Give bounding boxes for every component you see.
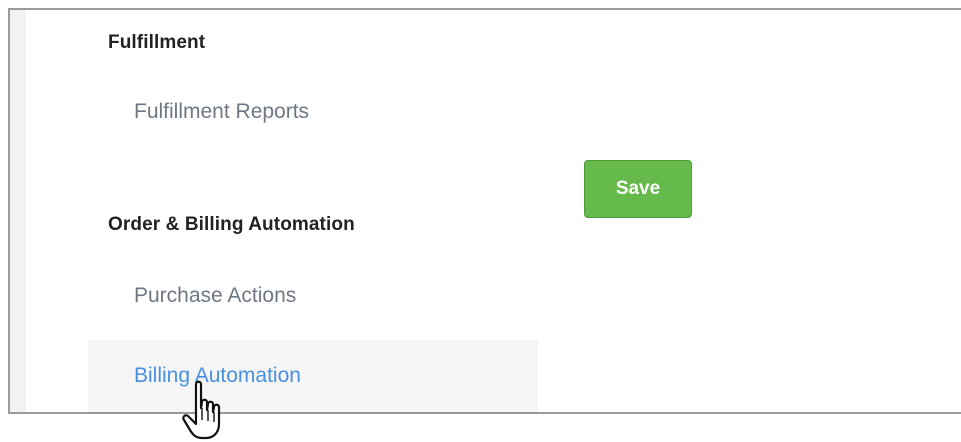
section-heading-order-billing-automation: Order & Billing Automation <box>108 214 355 235</box>
nav-item-billing-automation[interactable]: Billing Automation <box>88 340 538 412</box>
nav-item-purchase-actions[interactable]: Purchase Actions <box>88 260 538 332</box>
section-heading-fulfillment: Fulfillment <box>108 32 206 53</box>
save-button[interactable]: Save <box>584 160 692 218</box>
settings-panel: Fulfillment Fulfillment Reports Order & … <box>8 8 961 414</box>
nav-item-fulfillment-reports[interactable]: Fulfillment Reports <box>88 76 538 148</box>
nav-item-label: Purchase Actions <box>134 284 297 307</box>
nav-item-label: Fulfillment Reports <box>134 100 310 123</box>
hand-pointer-icon <box>182 380 221 440</box>
settings-nav: Fulfillment Fulfillment Reports Order & … <box>10 10 550 412</box>
